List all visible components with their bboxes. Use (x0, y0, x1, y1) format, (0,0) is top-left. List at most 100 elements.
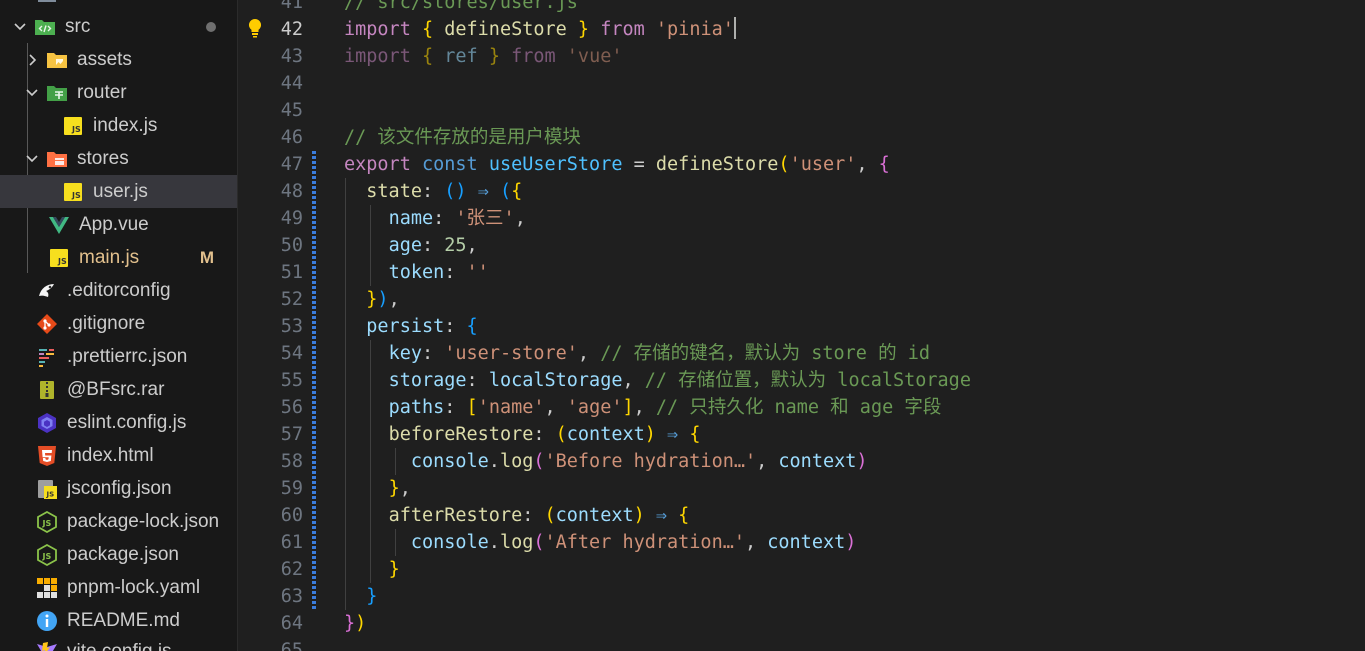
tree-item-package-json[interactable]: JS package.json (0, 538, 237, 571)
code-line[interactable]: storage: localStorage, // 存储位置，默认为 local… (344, 367, 971, 394)
tree-item-router[interactable]: router (0, 76, 237, 109)
editorconfig-icon (36, 280, 58, 302)
tree-item-label: .editorconfig (67, 279, 171, 301)
punctuation: : (533, 424, 545, 445)
property: name (388, 208, 434, 229)
line-number: 61 (280, 532, 303, 553)
identifier: console (410, 532, 489, 553)
function-name: log (499, 532, 534, 553)
code-line[interactable]: export const useUserStore = defineStore(… (344, 151, 890, 178)
punctuation: . (488, 451, 500, 472)
js-file-icon: JS (62, 115, 84, 137)
tree-item-src[interactable]: src (0, 10, 237, 43)
tree-item-readme[interactable]: README.md (0, 604, 237, 637)
bracket: { (689, 424, 701, 445)
git-change-indicator[interactable] (312, 151, 316, 610)
bracket: ) (355, 613, 367, 634)
code-line[interactable]: // src/stores/user.js (344, 0, 578, 16)
code-line[interactable]: console.log('After hydration…', context) (344, 529, 857, 556)
tree-item-user-js[interactable]: JS user.js (0, 175, 237, 208)
code-editor[interactable]: 41 42 43 44 45 46 47 48 49 50 51 52 53 5… (239, 0, 1365, 651)
code-line[interactable]: persist: { (344, 313, 477, 340)
code-line[interactable]: name: '张三', (344, 205, 526, 232)
chevron-down-icon[interactable] (22, 83, 42, 103)
code-line[interactable]: token: '' (344, 259, 489, 286)
code-line[interactable]: key: 'user-store', // 存储的键名，默认为 store 的 … (344, 340, 930, 367)
code-line[interactable]: paths: ['name', 'age'], // 只持久化 name 和 a… (344, 394, 942, 421)
property: persist (366, 316, 445, 337)
line-number: 63 (280, 586, 303, 607)
git-modified-badge: M (199, 247, 214, 267)
tree-item-label: jsconfig.json (67, 477, 172, 499)
tree-item-assets[interactable]: assets (0, 43, 237, 76)
parameter: context (778, 451, 857, 472)
code-line[interactable]: state: () ⇒ ({ (344, 178, 522, 205)
property: beforeRestore (388, 424, 534, 445)
code-line[interactable]: }), (344, 286, 399, 313)
keyword: const (421, 154, 478, 175)
svg-text:JS: JS (42, 519, 52, 528)
punctuation: : (444, 397, 456, 418)
bracket: { (878, 154, 890, 175)
tree-item-index-js[interactable]: JS index.js (0, 109, 237, 142)
chevron-down-icon[interactable] (10, 17, 30, 37)
tree-item-jsconfig[interactable]: JS jsconfig.json (0, 472, 237, 505)
code-line[interactable]: console.log('Before hydration…', context… (344, 448, 868, 475)
code-line[interactable]: beforeRestore: (context) ⇒ { (344, 421, 701, 448)
explorer-sidebar: src assets router JS index.js stores JS … (0, 0, 238, 651)
tree-item-gitignore[interactable]: .gitignore (0, 307, 237, 340)
code-line-active[interactable]: import { defineStore } from 'pinia' (344, 16, 736, 43)
comment: // 存储的键名，默认为 store 的 id (600, 343, 930, 364)
code-line[interactable]: age: 25, (344, 232, 478, 259)
punctuation: . (488, 532, 500, 553)
tree-item-label: pnpm-lock.yaml (67, 576, 201, 598)
property: afterRestore (388, 505, 523, 526)
keyword: export (344, 154, 411, 175)
nodejs-icon: JS (36, 543, 58, 566)
tree-item-app-vue[interactable]: App.vue (0, 208, 237, 241)
bracket: { (678, 505, 690, 526)
tree-item-label: stores (77, 147, 129, 169)
bracket: { (511, 181, 523, 202)
punctuation: , (856, 154, 868, 175)
bracket: } (388, 559, 400, 580)
code-line[interactable]: } (344, 583, 377, 610)
code-line[interactable]: }, (344, 475, 411, 502)
punctuation: , (399, 478, 411, 499)
code-line[interactable]: afterRestore: (context) ⇒ { (344, 502, 690, 529)
svg-text:JS: JS (57, 257, 67, 266)
tree-item-prettierrc[interactable]: .prettierrc.json (0, 340, 237, 373)
jsconfig-icon: JS (36, 478, 58, 500)
tree-item-stores[interactable]: stores (0, 142, 237, 175)
bracket: ( (533, 532, 545, 553)
property: storage (388, 370, 467, 391)
line-number: 59 (280, 478, 303, 499)
string: 'Before hydration…' (544, 451, 757, 472)
tree-item-index-html[interactable]: index.html (0, 439, 237, 472)
tree-item-eslint-config[interactable]: eslint.config.js (0, 406, 237, 439)
code-line[interactable]: }) (344, 610, 366, 637)
bracket: { (421, 46, 434, 67)
string: '' (466, 262, 489, 283)
parameter: context (566, 424, 645, 445)
tree-item-vite-config[interactable]: vite.config.js (0, 635, 237, 651)
tree-item-pnpm-lock[interactable]: pnpm-lock.yaml (0, 571, 237, 604)
tree-item-label: src (65, 15, 91, 37)
bracket: ( (544, 505, 556, 526)
tree-item-bfsrc-rar[interactable]: @BFsrc.rar (0, 373, 237, 406)
tree-item-label: README.md (67, 609, 180, 631)
code-line[interactable]: import { ref } from 'vue' (344, 43, 623, 70)
tree-item-label: App.vue (79, 213, 149, 235)
chevron-down-icon[interactable] (22, 149, 42, 169)
code-line[interactable]: } (344, 556, 400, 583)
code-line[interactable]: // 该文件存放的是用户模块 (344, 124, 581, 151)
tree-item-editorconfig[interactable]: .editorconfig (0, 274, 237, 307)
line-number: 56 (280, 397, 303, 418)
bracket: ) (644, 424, 656, 445)
operator: ⇒ (655, 505, 668, 526)
chevron-right-icon[interactable] (22, 50, 42, 70)
tree-item-main-js[interactable]: JS main.js M (0, 241, 237, 274)
string: 'user-store' (444, 343, 578, 364)
tree-item-label: @BFsrc.rar (67, 378, 165, 400)
tree-item-package-lock[interactable]: JS package-lock.json (0, 505, 237, 538)
